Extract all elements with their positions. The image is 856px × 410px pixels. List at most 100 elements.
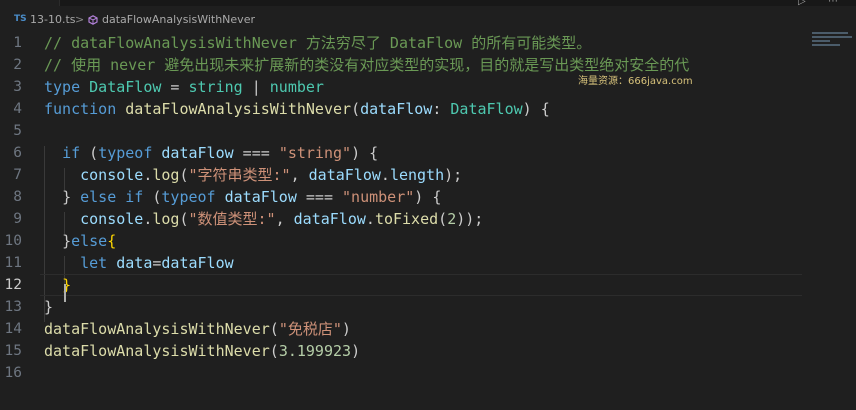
punctuation-token: } [62,188,81,206]
code-line[interactable]: 1 // dataFlowAnalysisWithNever 方法穷尽了 Data… [0,32,856,54]
code-line[interactable]: 12 } [0,274,856,296]
current-line-highlight [40,274,802,296]
code-text: if (typeof dataFlow === "string") { [44,142,378,164]
code-line[interactable]: 16 [0,362,856,384]
code-text: dataFlowAnalysisWithNever(3.199923) [44,340,360,362]
type-token: string [188,78,243,96]
punctuation-token: ) { [522,100,550,118]
punctuation-token: ( [269,320,279,338]
comment-token: // dataFlowAnalysisWithNever 方法穷尽了 DataF… [44,34,592,52]
punctuation-token: = [161,78,189,96]
code-text: function dataFlowAnalysisWithNever(dataF… [44,98,550,120]
punctuation-token: . [380,166,390,184]
watermark: 海量资源：666java.com [578,76,693,87]
keyword-token: if [62,144,81,162]
punctuation-token: ( [179,166,189,184]
line-number: 6 [13,145,22,161]
code-text: } [44,296,53,318]
code-line[interactable]: 10 }else{ [0,230,856,252]
keyword-token: let [80,254,108,272]
line-number: 8 [13,189,22,205]
code-line[interactable]: 2// 使用 never 避免出现未来扩展新的类没有对应类型的实现，目的就是写出… [0,54,856,76]
variable-token: length [389,166,445,184]
variable-token: console [80,210,144,228]
code-line[interactable]: 14 dataFlowAnalysisWithNever("免税店") [0,318,856,340]
number-token: 2 [447,210,457,228]
code-text: }else{ [44,230,116,252]
code-text: console.log("数值类型:", dataFlow.toFixed(2)… [44,208,483,230]
function-token: log [152,166,180,184]
code-editor[interactable]: 1 // dataFlowAnalysisWithNever 方法穷尽了 Data… [0,32,856,410]
typescript-file-icon: TS [14,14,27,24]
indent-token [44,276,62,294]
punctuation-token: . [365,210,375,228]
line-number: 1 [13,35,22,51]
code-text: console.log("字符串类型:", dataFlow.length); [44,164,462,186]
keyword-token: type [44,78,81,96]
variable-token: dataFlow [161,144,234,162]
code-text: } else if (typeof dataFlow === "number")… [44,186,441,208]
punctuation-token: ( [438,210,448,228]
code-line[interactable]: 13} [0,296,856,318]
code-text: } [44,274,71,296]
punctuation-token: === [233,144,279,162]
function-token: dataFlowAnalysisWithNever [44,320,270,338]
code-line[interactable]: 3 type DataFlow = string | number [0,76,856,98]
code-line[interactable]: 15 dataFlowAnalysisWithNever(3.199923) [0,340,856,362]
punctuation-token: ( [143,188,162,206]
code-line[interactable]: 7 console.log("字符串类型:", dataFlow.length)… [0,164,856,186]
type-token: DataFlow [89,78,162,96]
function-token: toFixed [374,210,439,228]
code-text: // dataFlowAnalysisWithNever 方法穷尽了 DataF… [44,32,591,54]
code-line[interactable]: 6 if (typeof dataFlow === "string") { [0,142,856,164]
code-line[interactable]: 5 [0,120,856,142]
editor-tab[interactable] [0,0,60,6]
line-number: 7 [13,167,22,183]
number-token: 3.199923 [278,342,352,360]
type-token: DataFlow [450,100,523,118]
line-number: 14 [4,321,22,337]
indent-token [44,232,62,250]
tab-strip: ▷ ⋯ [0,0,856,7]
keyword-token: function [44,100,117,118]
punctuation-token: ); [444,166,463,184]
punctuation-token: | [242,78,270,96]
breadcrumb-symbol[interactable]: dataFlowAnalysisWithNever [102,13,255,26]
more-actions-icon[interactable]: ⋯ [828,0,838,7]
run-icon[interactable]: ▷ [798,0,806,7]
punctuation-token: ( [179,210,189,228]
code-line[interactable]: 11 let data=dataFlow [0,252,856,274]
string-token: "string" [278,144,352,162]
keyword-token: else [71,232,108,250]
punctuation-token: ( [351,100,361,118]
line-number: 15 [4,343,22,359]
variable-token: dataFlow [293,210,366,228]
line-number: 3 [13,79,22,95]
indent-token [44,254,80,272]
punctuation-token: : [432,100,451,118]
code-line[interactable]: 8 } else if (typeof dataFlow === "number… [0,186,856,208]
indent-token [44,210,80,228]
punctuation-token: ) { [351,144,379,162]
punctuation-token: )); [456,210,484,228]
keyword-token: typeof [98,144,153,162]
punctuation-token: ) [341,320,351,338]
breadcrumb: TS 13-10.ts > dataFlowAnalysisWithNever [0,11,856,31]
text-cursor [64,284,66,302]
indent-token [44,188,62,206]
punctuation-token: } [44,298,54,316]
code-line[interactable]: 4 function dataFlowAnalysisWithNever(data… [0,98,856,120]
variable-token: console [80,166,144,184]
code-text: let data=dataFlow [44,252,234,274]
minimap[interactable] [808,30,856,54]
string-token: "number" [342,188,415,206]
breadcrumb-file[interactable]: 13-10.ts [30,13,76,26]
bracket-token: { [107,232,117,250]
code-line[interactable]: 9 console.log("数值类型:", dataFlow.toFixed(… [0,208,856,230]
line-number: 2 [13,57,22,73]
line-number: 12 [4,277,22,293]
